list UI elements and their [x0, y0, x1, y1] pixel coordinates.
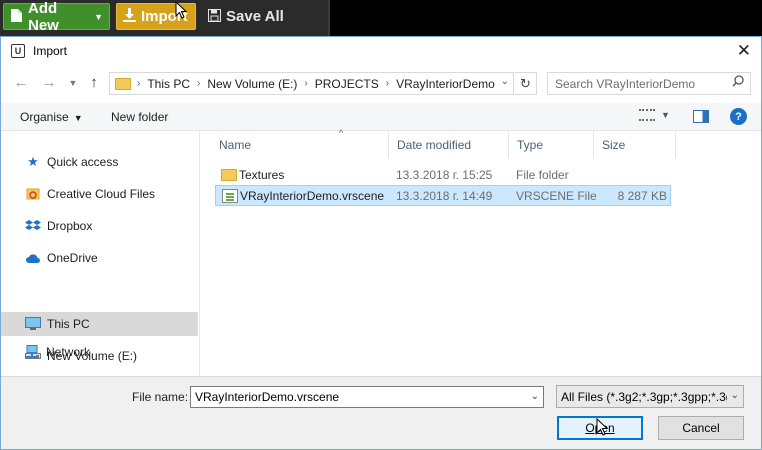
dialog-titlebar: U Import ✕: [1, 37, 761, 65]
close-icon[interactable]: ✕: [737, 42, 751, 59]
save-icon: [208, 8, 221, 25]
file-name-combobox[interactable]: ⌄: [190, 386, 544, 408]
editor-toolbar: Add New ▼ Import Save All: [0, 0, 762, 36]
download-icon: [123, 8, 136, 25]
nav-item-dropbox[interactable]: Dropbox: [1, 214, 198, 238]
dropbox-icon: [25, 218, 41, 234]
breadcrumb-chevron-icon[interactable]: ›: [137, 78, 140, 89]
breadcrumb-chevron-icon[interactable]: ›: [197, 78, 200, 89]
breadcrumb-vrayinteriordemo[interactable]: VRayInteriorDemo: [396, 77, 495, 91]
nav-item-quick-access[interactable]: ★ Quick access: [1, 150, 198, 174]
column-header-name[interactable]: Name: [211, 132, 389, 158]
file-row-vrayinteriordemo[interactable]: VRayInteriorDemo.vrscene 13.3.2018 г. 14…: [215, 185, 671, 206]
dialog-footer: File name: ⌄ All Files (*.3g2;*.3gp;*.3g…: [1, 376, 761, 449]
search-box[interactable]: [547, 72, 751, 95]
column-header-size[interactable]: Size: [594, 132, 676, 158]
breadcrumb-projects[interactable]: PROJECTS: [315, 77, 379, 91]
organise-button[interactable]: Organise ▼: [20, 110, 83, 124]
file-row-textures[interactable]: Textures 13.3.2018 г. 15:25 File folder: [215, 164, 671, 185]
file-size: 8 287 KB: [617, 188, 667, 203]
import-dialog: U Import ✕ ← → ▼ ↑ › This PC › New Volum…: [0, 36, 762, 450]
mouse-cursor-icon: [596, 418, 608, 436]
nav-item-label: Creative Cloud Files: [47, 187, 156, 201]
nav-item-label: Network: [46, 345, 91, 359]
save-all-label: Save All: [226, 8, 284, 25]
star-icon: ★: [27, 154, 39, 169]
column-header-type[interactable]: Type: [509, 132, 594, 158]
breadcrumb-chevron-icon[interactable]: ›: [304, 78, 307, 89]
editor-toolbar-group: Add New ▼ Import Save All: [0, 0, 330, 36]
search-input[interactable]: [555, 76, 735, 91]
file-name: Textures: [239, 167, 285, 182]
file-date: 13.3.2018 г. 15:25: [396, 167, 493, 182]
cancel-button[interactable]: Cancel: [658, 416, 744, 440]
chevron-down-icon: ⌄: [730, 390, 739, 401]
computer-icon: [25, 316, 41, 332]
add-new-button[interactable]: Add New ▼: [3, 0, 110, 34]
file-name-input[interactable]: [195, 390, 515, 404]
up-arrow-icon[interactable]: ↑: [84, 74, 104, 91]
nav-item-creative-cloud[interactable]: Creative Cloud Files: [1, 182, 198, 206]
dialog-title: Import: [33, 44, 68, 58]
breadcrumb-new-volume[interactable]: New Volume (E:): [207, 77, 297, 91]
cloud-icon: [25, 250, 41, 266]
address-row: ← → ▼ ↑ › This PC › New Volume (E:) › PR…: [1, 70, 761, 98]
file-list: ^ Name Date modified Type Size Textures …: [211, 128, 761, 376]
folder-icon: [221, 168, 237, 181]
forward-arrow-icon[interactable]: →: [39, 74, 59, 91]
creative-cloud-icon: [25, 186, 41, 202]
refresh-icon[interactable]: ↻: [515, 72, 537, 95]
nav-item-label: This PC: [47, 317, 90, 331]
search-icon: [732, 75, 744, 90]
nav-item-network[interactable]: Network: [0, 340, 197, 364]
unreal-app-icon: U: [11, 44, 25, 58]
nav-item-label: Quick access: [47, 155, 119, 169]
file-date: 13.3.2018 г. 14:49: [396, 188, 493, 203]
new-folder-button[interactable]: New folder: [111, 110, 168, 124]
file-type-value: All Files (*.3g2;*.3gp;*.3gpp;*.3g: [561, 389, 727, 404]
nav-item-label: OneDrive: [47, 251, 98, 265]
file-type-select[interactable]: All Files (*.3g2;*.3gp;*.3gpp;*.3g ⌄: [556, 385, 744, 408]
chevron-down-icon: ▼: [94, 11, 103, 22]
file-type: VRSCENE File: [516, 188, 597, 203]
nav-item-this-pc[interactable]: This PC: [1, 312, 198, 336]
column-header-date-modified[interactable]: Date modified: [389, 132, 509, 158]
nav-item-onedrive[interactable]: OneDrive: [1, 246, 198, 270]
document-icon: [222, 188, 238, 203]
save-all-button[interactable]: Save All: [202, 3, 322, 30]
command-bar: Organise ▼ New folder ▼ ?: [1, 103, 761, 131]
back-arrow-icon[interactable]: ←: [11, 74, 31, 91]
recent-locations-chevron-icon[interactable]: ▼: [63, 78, 83, 88]
address-dropdown-icon[interactable]: ⌄: [501, 76, 509, 87]
help-icon[interactable]: ?: [730, 108, 747, 125]
breadcrumb-chevron-icon[interactable]: ›: [386, 78, 389, 89]
view-options-button[interactable]: ▼: [639, 109, 670, 121]
breadcrumb-this-pc[interactable]: This PC: [147, 77, 190, 91]
nav-item-label: Dropbox: [47, 219, 93, 233]
preview-pane-icon[interactable]: [693, 110, 709, 123]
file-name-label: File name:: [132, 390, 189, 404]
file-name: VRayInteriorDemo.vrscene: [240, 188, 385, 203]
organise-label: Organise: [20, 110, 69, 124]
details-view-icon: [639, 109, 655, 121]
chevron-down-icon: ▼: [661, 110, 670, 120]
address-bar[interactable]: › This PC › New Volume (E:) › PROJECTS ›…: [109, 72, 514, 95]
chevron-down-icon[interactable]: ⌄: [531, 391, 539, 402]
mouse-cursor-icon: [175, 1, 187, 19]
folder-icon: [115, 77, 131, 90]
add-new-label: Add New: [28, 0, 59, 34]
network-icon: [24, 344, 40, 360]
file-type: File folder: [516, 167, 569, 182]
chevron-down-icon: ▼: [73, 113, 83, 123]
new-file-icon: [10, 8, 23, 26]
